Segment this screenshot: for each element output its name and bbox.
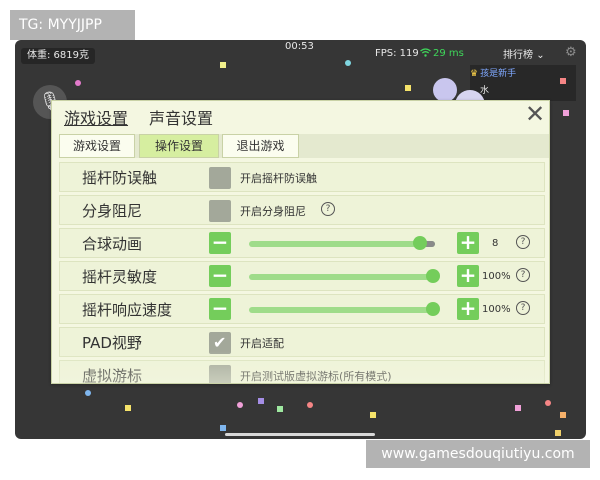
virtual-cursor-checkbox[interactable] (209, 365, 231, 383)
increase-button[interactable]: + (457, 265, 479, 287)
decrease-button[interactable]: − (209, 265, 231, 287)
setting-label: PAD视野 (82, 334, 142, 352)
food-pellet (237, 402, 243, 408)
setting-row-merge-animation: 合球动画 − + 8 ? (59, 228, 545, 258)
setting-row-joystick-sensitivity: 摇杆灵敏度 − + 100% ? (59, 261, 545, 291)
food-pellet (563, 110, 569, 116)
increase-button[interactable]: + (457, 232, 479, 254)
wifi-icon (420, 48, 431, 60)
food-pellet (405, 85, 411, 91)
tab-game-settings[interactable]: 游戏设置 (64, 105, 128, 129)
checkbox-label: 开启摇杆防误触 (240, 172, 317, 185)
joystick-sensitivity-slider[interactable] (249, 274, 435, 280)
setting-label: 合球动画 (82, 235, 143, 253)
setting-label: 摇杆响应速度 (82, 301, 173, 319)
joystick-misclick-checkbox[interactable] (209, 167, 231, 189)
setting-row-joystick-response: 摇杆响应速度 − + 100% ? (59, 294, 545, 324)
food-pellet (258, 398, 264, 404)
food-pellet (307, 402, 313, 408)
slider-thumb[interactable] (426, 269, 440, 283)
watermark-top: TG: MYYJJPP (10, 10, 135, 40)
food-pellet (125, 405, 131, 411)
leaderboard-row: ♛ 孩是新手 (470, 69, 517, 79)
crown-icon: ♛ (470, 69, 479, 79)
subtab-exit-game[interactable]: 退出游戏 (222, 134, 299, 158)
pad-view-checkbox[interactable] (209, 332, 231, 354)
subtab-game-settings[interactable]: 游戏设置 (59, 134, 135, 158)
slider-thumb[interactable] (426, 302, 440, 316)
decrease-button[interactable]: − (209, 232, 231, 254)
setting-row-joystick-misclick: 摇杆防误触 开启摇杆防误触 (59, 162, 545, 192)
setting-row-pad-view: PAD视野 开启适配 (59, 327, 545, 357)
slider-value: 8 (492, 238, 499, 249)
food-pellet (345, 60, 351, 66)
leaderboard-row: 水 (480, 86, 490, 96)
help-icon[interactable]: ? (516, 301, 530, 315)
slider-thumb[interactable] (413, 236, 428, 250)
food-pellet (515, 405, 521, 411)
clock: 00:53 (285, 41, 314, 52)
settings-dialog: 游戏设置 声音设置 ✕ 游戏设置 操作设置 退出游戏 摇杆防误触 开启摇杆防误触… (51, 100, 550, 384)
food-pellet (220, 62, 226, 68)
checkbox-label: 开启适配 (240, 337, 284, 350)
help-icon[interactable]: ? (516, 235, 530, 249)
watermark-bottom: www.gamesdouqiutiyu.com (366, 440, 590, 468)
food-pellet (85, 390, 91, 396)
food-pellet (277, 406, 283, 412)
slider-value: 100% (482, 271, 511, 282)
checkbox-label: 开启测试版虚拟游标(所有模式) (240, 370, 392, 383)
help-icon[interactable]: ? (516, 268, 530, 282)
food-pellet (75, 80, 81, 86)
ping-display: 29 ms (433, 48, 464, 59)
food-pellet (220, 425, 226, 431)
setting-label: 分身阻尼 (82, 202, 143, 220)
food-pellet (555, 430, 561, 436)
close-icon[interactable]: ✕ (523, 102, 547, 126)
gear-icon[interactable]: ⚙ (565, 45, 577, 60)
food-pellet (370, 412, 376, 418)
leaderboard-button[interactable]: 排行榜 ⌄ (503, 46, 545, 61)
merge-animation-slider[interactable] (249, 241, 435, 247)
setting-row-virtual-cursor: 虚拟游标 开启测试版虚拟游标(所有模式) (59, 360, 545, 384)
weight-display: 体重: 6819克 (21, 48, 95, 64)
food-pellet (560, 412, 566, 418)
setting-row-split-damping: 分身阻尼 开启分身阻尼 ? (59, 195, 545, 225)
home-indicator[interactable] (225, 433, 375, 436)
joystick-response-slider[interactable] (249, 307, 435, 313)
player-cell (433, 78, 457, 102)
tab-sound-settings[interactable]: 声音设置 (149, 105, 213, 129)
setting-label: 摇杆防误触 (82, 169, 158, 187)
screenshot: TG: MYYJJPP 体重: 6819克 00:53 FPS: 119 29 … (0, 0, 600, 480)
decrease-button[interactable]: − (209, 298, 231, 320)
food-pellet (560, 78, 566, 84)
help-icon[interactable]: ? (321, 202, 335, 216)
increase-button[interactable]: + (457, 298, 479, 320)
chevron-down-icon: ⌄ (536, 50, 545, 61)
subtab-control-settings[interactable]: 操作设置 (139, 134, 219, 158)
food-pellet (545, 400, 551, 406)
fps-counter: FPS: 119 (375, 48, 419, 59)
slider-value: 100% (482, 304, 511, 315)
leaderboard-label: 排行榜 (503, 50, 533, 61)
setting-label: 虚拟游标 (82, 367, 143, 384)
setting-label: 摇杆灵敏度 (82, 268, 158, 286)
checkbox-label: 开启分身阻尼 (240, 205, 306, 218)
split-damping-checkbox[interactable] (209, 200, 231, 222)
